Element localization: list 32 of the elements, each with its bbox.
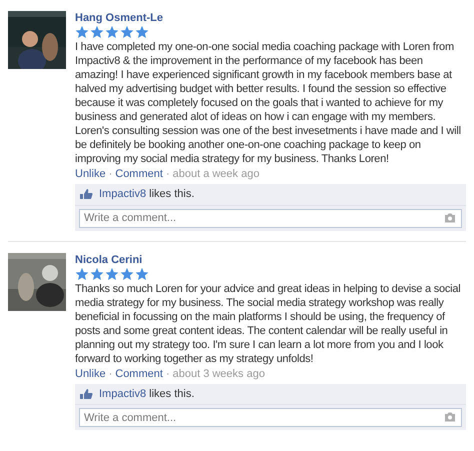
star-icon (135, 266, 149, 280)
timestamp: about 3 weeks ago (172, 366, 265, 380)
separator-dot: · (108, 366, 114, 380)
star-icon (135, 25, 149, 39)
thumbs-up-icon (79, 388, 93, 400)
star-icon (120, 25, 134, 39)
star-icon (90, 25, 104, 39)
star-icon (105, 25, 119, 39)
liker-link[interactable]: Impactiv8 (99, 188, 146, 200)
thumbs-up-icon (79, 188, 93, 200)
star-icon (75, 25, 89, 39)
review-text: I have completed my one-on-one social media coaching package with Loren from Impactiv8 & the improvement in the performance of my facebook has been amazing! I have experienced significant growth in my facebook members base at halved my advertising budget with better results. I found the session so effective because it was completely focused on the goals that i wanted to achieve for my business and generated alot of ideas on how i can engage with my members. Loren's consulting session was one of the best invesetments i have made and I will be definitely be booking another one-on-one coaching package to keep on improving my social media strategy for my business. Thanks Loren! (75, 40, 462, 166)
action-link[interactable]: Comment (115, 366, 163, 380)
timestamp: about a week ago (172, 167, 260, 181)
star-icon (75, 266, 89, 280)
action-link[interactable]: Unlike (75, 167, 106, 181)
action-link[interactable]: Comment (115, 167, 163, 181)
star-icon (105, 266, 119, 280)
author-name[interactable]: Nicola Cerini (75, 252, 466, 266)
star-icon (120, 266, 134, 280)
comment-field[interactable]: Write a comment... (79, 208, 462, 228)
likes-text: Impactiv8 likes this. (99, 187, 194, 202)
review-text: Thanks so much Loren for your advice and great ideas in helping to devise a social media strategy for my business. The social media strategy workshop was really beneficial in focussing on the main platforms I should be using, the frequency of posts and some great content ideas. The content calendar will be really useful in planning out my strategy too. I'm sure I can learn a lot more from you and I look forward to working together as my strategy unfolds! (75, 282, 462, 366)
likes-text: Impactiv8 likes this. (99, 386, 194, 402)
separator-dot: · (164, 167, 171, 181)
author-name[interactable]: Hang Osment-Le (75, 11, 466, 25)
separator-dot: · (164, 366, 171, 380)
liker-link[interactable]: Impactiv8 (99, 388, 146, 400)
comment-field[interactable]: Write a comment... (79, 408, 462, 427)
star-icon (90, 266, 104, 280)
action-link[interactable]: Unlike (75, 366, 106, 380)
separator-dot: · (108, 167, 114, 181)
